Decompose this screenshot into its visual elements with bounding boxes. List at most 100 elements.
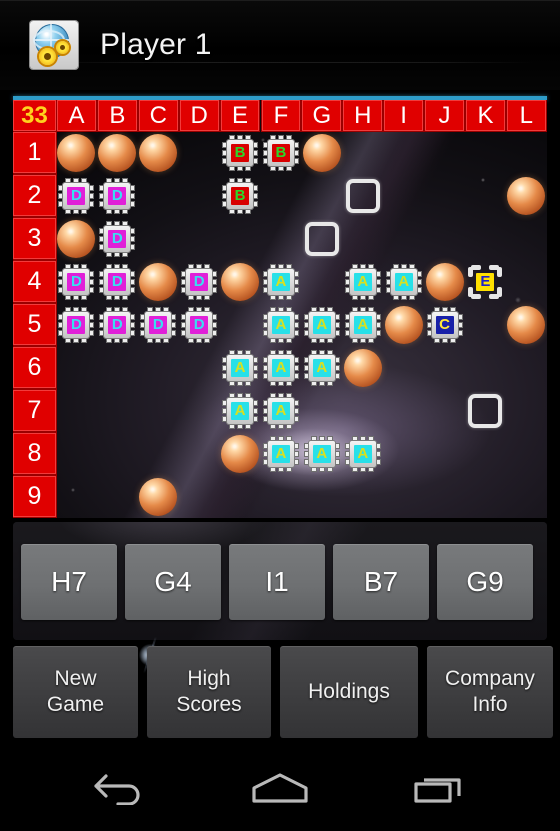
planet-icon <box>507 305 546 344</box>
planet-icon <box>221 434 260 473</box>
board-cell-C1-planet[interactable] <box>138 131 179 174</box>
row-header-9: 9 <box>13 476 56 517</box>
board-cell-B4-hotel-d[interactable]: D <box>97 260 138 303</box>
board-cell-D4-hotel-d[interactable]: D <box>179 260 220 303</box>
board-cell-F4-hotel-a[interactable]: A <box>261 260 302 303</box>
board-cell-F8-hotel-a[interactable]: A <box>261 432 302 475</box>
board-cell-F7-hotel-a[interactable]: A <box>261 389 302 432</box>
planet-icon <box>302 133 341 172</box>
board-cell-E4-planet[interactable] <box>220 260 261 303</box>
chip-letter: A <box>271 358 290 377</box>
board-cell-G3-marker[interactable] <box>301 217 342 260</box>
column-header-c: C <box>138 100 178 131</box>
rack-tile-list[interactable]: H7 G4 I1 B7 G9 <box>21 544 533 620</box>
board-cell-G6-hotel-a[interactable]: A <box>301 346 342 389</box>
board-cell-B2-hotel-d[interactable]: D <box>97 174 138 217</box>
rack-tile-g9[interactable]: G9 <box>437 544 533 620</box>
board-cell-C4-planet[interactable] <box>138 260 179 303</box>
chip-letter: B <box>231 143 250 162</box>
chip-icon: B <box>223 135 258 170</box>
board-cell-E8-planet[interactable] <box>220 432 261 475</box>
board-cell-K4-hotel-e[interactable]: E <box>465 260 506 303</box>
board-cell-E1-hotel-b[interactable]: B <box>220 131 261 174</box>
chip-letter: A <box>312 444 331 463</box>
planet-icon <box>507 176 546 215</box>
board-cell-B3-hotel-d[interactable]: D <box>97 217 138 260</box>
game-board[interactable]: 33 A B C D E F G H I J K L 1 2 3 4 5 6 7 8 9 B B D D B D D D D A A A E D D D D… <box>13 100 547 518</box>
empty-marker-icon <box>468 393 503 428</box>
chip-icon: A <box>263 350 298 385</box>
chip-icon: B <box>223 178 258 213</box>
row-header-8: 8 <box>13 433 56 474</box>
board-cell-I5-planet[interactable] <box>383 303 424 346</box>
board-cell-F5-hotel-a[interactable]: A <box>261 303 302 346</box>
chip-letter: A <box>271 315 290 334</box>
board-cell-B1-planet[interactable] <box>97 131 138 174</box>
rack-tile-b7[interactable]: B7 <box>333 544 429 620</box>
board-cell-I4-hotel-a[interactable]: A <box>383 260 424 303</box>
chip-letter: A <box>231 358 250 377</box>
chip-icon: C <box>427 307 462 342</box>
board-cell-G5-hotel-a[interactable]: A <box>301 303 342 346</box>
board-cell-H2-marker[interactable] <box>342 174 383 217</box>
column-header-f: F <box>261 100 301 131</box>
holdings-button[interactable]: Holdings <box>280 646 418 738</box>
chip-letter: D <box>67 186 86 205</box>
chip-icon: A <box>304 307 339 342</box>
chip-icon: D <box>182 307 217 342</box>
chip-letter: D <box>67 272 86 291</box>
board-grid[interactable]: 33 A B C D E F G H I J K L 1 2 3 4 5 6 7 8 9 B B D D B D D D D A A A E D D D D… <box>13 100 547 518</box>
board-cell-D5-hotel-d[interactable]: D <box>179 303 220 346</box>
board-cell-B5-hotel-d[interactable]: D <box>97 303 138 346</box>
board-cell-F1-hotel-b[interactable]: B <box>261 131 302 174</box>
board-cell-H8-hotel-a[interactable]: A <box>342 432 383 475</box>
recents-icon[interactable] <box>392 758 488 818</box>
board-cell-L5-planet[interactable] <box>506 303 547 346</box>
board-score-label: 33 <box>13 100 56 131</box>
chip-icon: D <box>182 264 217 299</box>
board-cell-J5-hotel-c[interactable]: C <box>424 303 465 346</box>
board-cell-J4-planet[interactable] <box>424 260 465 303</box>
board-cell-K7-marker[interactable] <box>465 389 506 432</box>
chip-letter: A <box>231 401 250 420</box>
chip-icon: D <box>59 264 94 299</box>
board-cell-F6-hotel-a[interactable]: A <box>261 346 302 389</box>
board-cell-C9-planet[interactable] <box>138 475 179 518</box>
board-cell-H6-planet[interactable] <box>342 346 383 389</box>
chip-icon: D <box>141 307 176 342</box>
board-cell-E6-hotel-a[interactable]: A <box>220 346 261 389</box>
app-root: Player 1 33 A B C D E F G H I J K L 1 2 3 4 5 6 7 8 9 B B D D B D D D… <box>0 0 560 831</box>
board-cell-C5-hotel-d[interactable]: D <box>138 303 179 346</box>
board-cell-E7-hotel-a[interactable]: A <box>220 389 261 432</box>
board-cell-A3-planet[interactable] <box>56 217 97 260</box>
board-cell-A1-planet[interactable] <box>56 131 97 174</box>
new-game-button[interactable]: New Game <box>13 646 138 738</box>
chip-letter: A <box>312 358 331 377</box>
title-divider <box>25 62 535 63</box>
row-header-2: 2 <box>13 175 56 216</box>
company-info-button[interactable]: Company Info <box>427 646 553 738</box>
board-cell-G1-planet[interactable] <box>301 131 342 174</box>
board-cell-L2-planet[interactable] <box>506 174 547 217</box>
board-cell-H5-hotel-a[interactable]: A <box>342 303 383 346</box>
chip-icon: A <box>386 264 421 299</box>
high-scores-button[interactable]: High Scores <box>147 646 271 738</box>
home-icon[interactable] <box>232 758 328 818</box>
chip-icon: A <box>345 307 380 342</box>
page-title: Player 1 <box>100 28 212 61</box>
action-button-list[interactable]: New Game High Scores Holdings Company Info <box>13 646 553 738</box>
rack-tile-h7[interactable]: H7 <box>21 544 117 620</box>
board-cell-A4-hotel-d[interactable]: D <box>56 260 97 303</box>
row-header-7: 7 <box>13 390 56 431</box>
board-cell-H4-hotel-a[interactable]: A <box>342 260 383 303</box>
globe-gear-icon <box>30 21 78 69</box>
rack-tile-i1[interactable]: I1 <box>229 544 325 620</box>
board-cell-E2-hotel-b[interactable]: B <box>220 174 261 217</box>
column-header-b: B <box>97 100 137 131</box>
back-icon[interactable] <box>72 758 168 818</box>
board-cell-A2-hotel-d[interactable]: D <box>56 174 97 217</box>
board-cell-G8-hotel-a[interactable]: A <box>301 432 342 475</box>
rack-tile-g4[interactable]: G4 <box>125 544 221 620</box>
board-cell-A5-hotel-d[interactable]: D <box>56 303 97 346</box>
chip-letter: D <box>67 315 86 334</box>
